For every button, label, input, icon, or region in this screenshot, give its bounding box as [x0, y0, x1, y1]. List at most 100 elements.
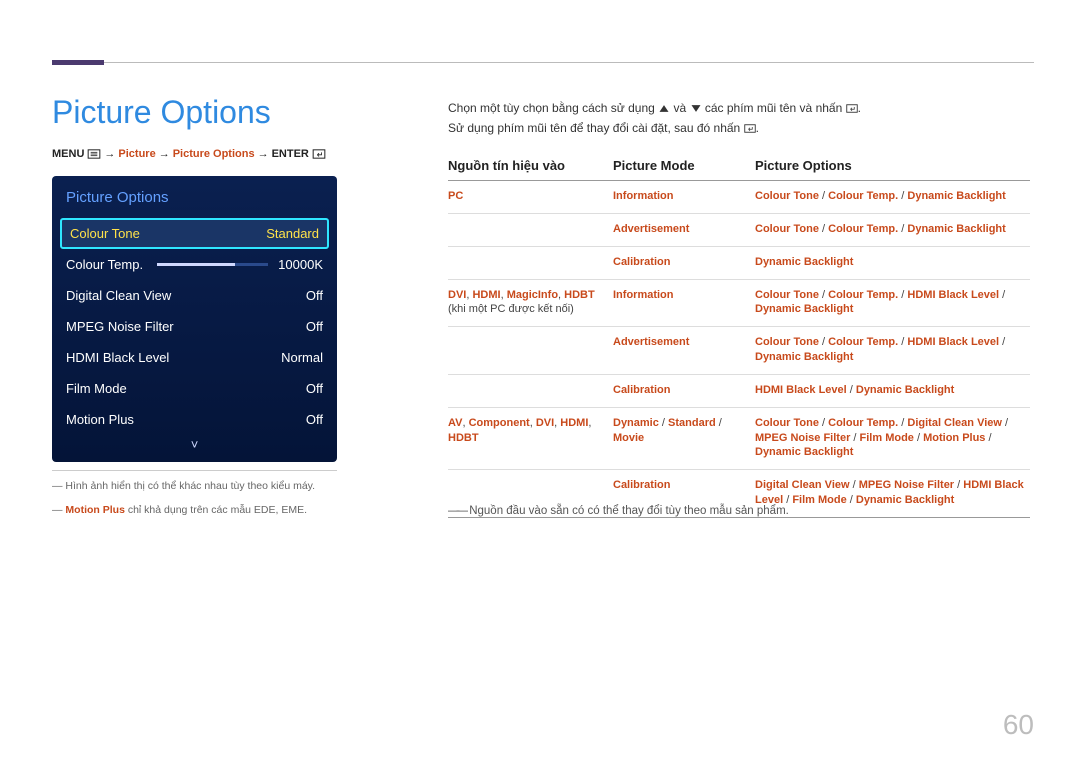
table-row: AdvertisementColour Tone / Colour Temp. …	[448, 327, 1030, 375]
osd-panel: Picture Options Colour ToneStandardColou…	[52, 176, 337, 462]
cell-options: HDMI Black Level / Dynamic Backlight	[755, 383, 1030, 398]
cell-source	[448, 222, 613, 237]
cell-source	[448, 335, 613, 365]
table-row: Calibration Dynamic Backlight	[448, 247, 1030, 280]
header-accent	[52, 60, 104, 65]
osd-row-label: Colour Tone	[70, 226, 140, 241]
table-row: DVI, HDMI, MagicInfo, HDBT (khi một PC đ…	[448, 280, 1030, 328]
breadcrumb-arrow: →	[159, 148, 170, 160]
option-token: Digital Clean View	[907, 417, 1002, 429]
option-token: Dynamic Backlight	[755, 303, 853, 315]
breadcrumb-menu: MENU	[52, 148, 84, 160]
option-token: Colour Tone	[755, 417, 819, 429]
option-token: Digital Clean View	[755, 479, 850, 491]
cell-part: /	[659, 417, 668, 429]
cell-source	[448, 255, 613, 270]
cell-part: AV	[448, 417, 462, 429]
enter-icon	[846, 104, 858, 113]
cell-part: Calibration	[613, 256, 670, 268]
cell-source	[448, 478, 613, 508]
cell-part: MagicInfo	[507, 289, 558, 301]
osd-row[interactable]: Motion Plus Off	[52, 404, 337, 435]
cell-part: HDMI	[560, 417, 588, 429]
note-display-vary: Hình ảnh hiển thị có thể khác nhau tùy t…	[52, 480, 372, 492]
cell-part: HDBT	[564, 289, 595, 301]
option-token: Motion Plus	[923, 432, 985, 444]
cell-part: Calibration	[613, 479, 670, 491]
cell-options: Colour Tone / Colour Temp. / Dynamic Bac…	[755, 189, 1030, 204]
separator: /	[999, 289, 1005, 301]
separator: /	[914, 432, 923, 444]
osd-row[interactable]: Colour Tone Standard	[60, 218, 329, 249]
osd-row-label: MPEG Noise Filter	[66, 319, 174, 334]
option-token: Colour Temp.	[828, 190, 898, 202]
intro-text-part: các phím mũi tên và nhấn	[702, 101, 846, 115]
option-token: Colour Temp.	[828, 223, 898, 235]
table-row: AV, Component, DVI, HDMI, HDBTDynamic / …	[448, 408, 1030, 471]
option-token: MPEG Noise Filter	[859, 479, 954, 491]
cell-mode: Calibration	[613, 478, 755, 508]
breadcrumb-picture: Picture	[118, 148, 155, 160]
cell-mode: Advertisement	[613, 335, 755, 365]
option-token: Film Mode	[860, 432, 914, 444]
note-motion-plus-label: Motion Plus	[65, 504, 125, 516]
osd-row[interactable]: HDMI Black LevelNormal	[52, 342, 337, 373]
separator: /	[850, 479, 859, 491]
table-row: Calibration HDMI Black Level / Dynamic Ba…	[448, 375, 1030, 408]
cell-part: Information	[613, 289, 674, 301]
cell-options: Dynamic Backlight	[755, 255, 1030, 270]
option-token: Dynamic Backlight	[755, 351, 853, 363]
cell-part: Calibration	[613, 384, 670, 396]
cell-options: Colour Tone / Colour Temp. / HDMI Black …	[755, 288, 1030, 318]
separator: /	[847, 384, 856, 396]
page-title: Picture Options	[52, 94, 271, 131]
cell-part: Advertisement	[613, 336, 689, 348]
osd-row[interactable]: Film ModeOff	[52, 373, 337, 404]
intro-text-part: và	[670, 101, 689, 115]
cell-part: HDMI	[472, 289, 500, 301]
cell-part: Advertisement	[613, 223, 689, 235]
option-token: Colour Temp.	[828, 289, 898, 301]
options-table: Nguồn tín hiệu vào Picture Mode Picture …	[448, 158, 1030, 518]
osd-row-value: Off	[306, 319, 323, 334]
table-header-source: Nguồn tín hiệu vào	[448, 158, 613, 173]
cell-part: DVI	[536, 417, 554, 429]
option-token: Dynamic Backlight	[907, 223, 1005, 235]
chevron-down-icon[interactable]: ˅	[52, 435, 337, 462]
breadcrumb-arrow: →	[258, 148, 269, 160]
separator: /	[954, 479, 963, 491]
separator: /	[819, 190, 828, 202]
option-token: Dynamic Backlight	[856, 384, 954, 396]
osd-row-value: Off	[306, 288, 323, 303]
cell-part: Standard	[668, 417, 716, 429]
cell-part: DVI	[448, 289, 466, 301]
osd-row-value: Standard	[266, 226, 319, 241]
osd-row-value: Off	[306, 412, 323, 427]
notes-divider	[52, 470, 337, 471]
osd-slider[interactable]	[157, 263, 268, 266]
osd-row[interactable]: MPEG Noise Filter Off	[52, 311, 337, 342]
cell-source: PC	[448, 189, 613, 204]
osd-row-label: Motion Plus	[66, 412, 134, 427]
intro-text-part: .	[858, 101, 861, 115]
table-row: AdvertisementColour Tone / Colour Temp. …	[448, 214, 1030, 247]
breadcrumb-arrow: →	[104, 148, 115, 160]
footnote-source: Nguồn đầu vào sẵn có có thể thay đổi tùy…	[448, 505, 789, 517]
page-number: 60	[1003, 709, 1034, 741]
table-header: Nguồn tín hiệu vào Picture Mode Picture …	[448, 158, 1030, 181]
cell-mode: Calibration	[613, 383, 755, 398]
cell-part: (khi một PC được kết nối)	[448, 303, 574, 315]
separator: /	[819, 289, 828, 301]
osd-row[interactable]: Colour Temp.10000K	[52, 249, 337, 280]
cell-options: Colour Tone / Colour Temp. / Digital Cle…	[755, 416, 1030, 461]
osd-row[interactable]: Digital Clean ViewOff	[52, 280, 337, 311]
osd-title: Picture Options	[52, 176, 337, 218]
option-token: HDMI Black Level	[907, 336, 999, 348]
header-rule	[52, 62, 1034, 63]
option-token: Colour Temp.	[828, 336, 898, 348]
option-token: Film Mode	[792, 494, 846, 506]
separator: /	[819, 336, 828, 348]
intro-text-part: .	[756, 121, 759, 135]
cell-part: HDBT	[448, 432, 479, 444]
up-triangle-icon	[658, 104, 670, 113]
